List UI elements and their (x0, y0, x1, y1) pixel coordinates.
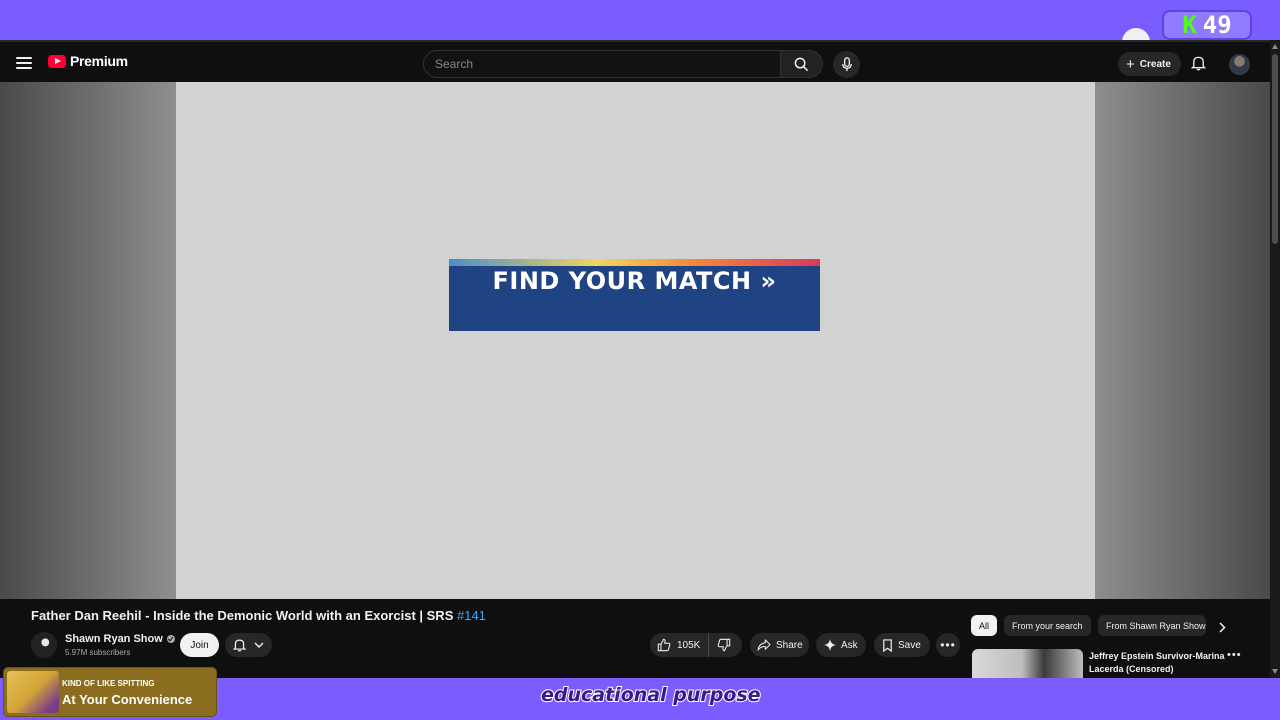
now-playing-title: At Your Convenience (62, 692, 193, 707)
subscription-settings-button[interactable] (225, 633, 272, 657)
subscriber-count: 5.97M subscribers (65, 648, 131, 657)
youtube-window: Premium + Create FIND YOUR MATCH » Fathe… (0, 40, 1280, 678)
now-playing-artist: KIND OF LIKE SPITTING (62, 679, 155, 688)
recommended-title[interactable]: Jeffrey Epstein Survivor-Marina Lacerda … (1089, 650, 1229, 676)
menu-icon[interactable] (14, 54, 34, 72)
create-button[interactable]: + Create (1118, 52, 1181, 76)
sparkle-icon (824, 639, 836, 651)
recommended-more-icon[interactable]: ••• (1227, 649, 1242, 661)
badge-number: 49 (1202, 11, 1232, 39)
channel-name-row[interactable]: Shawn Ryan Show (65, 633, 175, 645)
ask-label: Ask (841, 639, 858, 651)
like-count: 105K (677, 639, 701, 651)
scroll-down-arrow-icon[interactable] (1272, 669, 1278, 674)
video-player[interactable]: FIND YOUR MATCH » (176, 82, 1095, 599)
scroll-up-arrow-icon[interactable] (1272, 44, 1278, 49)
youtube-logo[interactable]: Premium (48, 53, 128, 69)
recommended-thumbnail[interactable] (972, 649, 1083, 678)
stream-top-band (0, 0, 1280, 40)
share-button[interactable]: Share (750, 633, 809, 657)
thumbs-up-icon (657, 638, 671, 652)
notifications-bell-icon[interactable] (1190, 55, 1207, 76)
search-button[interactable] (781, 50, 823, 78)
channel-avatar[interactable] (31, 632, 57, 658)
stream-caption: educational purpose (540, 683, 762, 707)
video-title-text: Father Dan Reehil - Inside the Demonic W… (31, 608, 457, 623)
create-label: Create (1139, 58, 1171, 70)
ask-button[interactable]: Ask (816, 633, 866, 657)
verified-check-icon (166, 635, 175, 643)
video-title: Father Dan Reehil - Inside the Demonic W… (31, 608, 486, 623)
bookmark-icon (883, 638, 892, 652)
account-avatar[interactable] (1229, 54, 1250, 75)
dislike-button[interactable] (709, 633, 739, 657)
scrollbar-thumb[interactable] (1272, 54, 1278, 244)
chip-from-your-search[interactable]: From your search (1004, 615, 1091, 636)
chevron-down-icon (254, 642, 264, 648)
chip-from-channel[interactable]: From Shawn Ryan Show (1098, 615, 1206, 636)
save-label: Save (898, 639, 921, 651)
page-scrollbar[interactable] (1270, 40, 1280, 678)
video-hashtag-link[interactable]: #141 (457, 608, 486, 623)
bell-icon (233, 639, 246, 652)
share-label: Share (776, 639, 803, 651)
save-button[interactable]: Save (874, 633, 930, 657)
now-playing-card: KIND OF LIKE SPITTING At Your Convenienc… (4, 668, 216, 716)
join-button[interactable]: Join (180, 633, 219, 657)
search-input[interactable] (424, 51, 780, 77)
stream-badge: K 49 (1162, 10, 1252, 40)
microphone-icon (841, 57, 852, 72)
plus-icon: + (1126, 55, 1135, 73)
ad-text: FIND YOUR MATCH » (492, 267, 777, 295)
album-art (7, 671, 59, 713)
search-icon (794, 57, 809, 71)
thumbs-down-icon (718, 638, 731, 652)
more-actions-button[interactable]: ••• (936, 633, 960, 657)
badge-letter: K (1182, 11, 1197, 39)
masthead: Premium + Create (0, 40, 1280, 82)
ad-banner[interactable]: FIND YOUR MATCH » (449, 259, 820, 331)
share-arrow-icon (757, 639, 771, 651)
youtube-play-icon (48, 54, 66, 68)
channel-name[interactable]: Shawn Ryan Show (65, 633, 163, 645)
like-button[interactable]: 105K (650, 633, 710, 657)
logo-text: Premium (70, 53, 128, 69)
like-dislike-group: 105K (650, 633, 742, 657)
voice-search-button[interactable] (833, 51, 860, 78)
chip-all[interactable]: All (971, 615, 998, 636)
search-box (423, 50, 781, 78)
more-dots-icon: ••• (940, 638, 956, 652)
chevron-right-icon[interactable] (1215, 620, 1229, 634)
